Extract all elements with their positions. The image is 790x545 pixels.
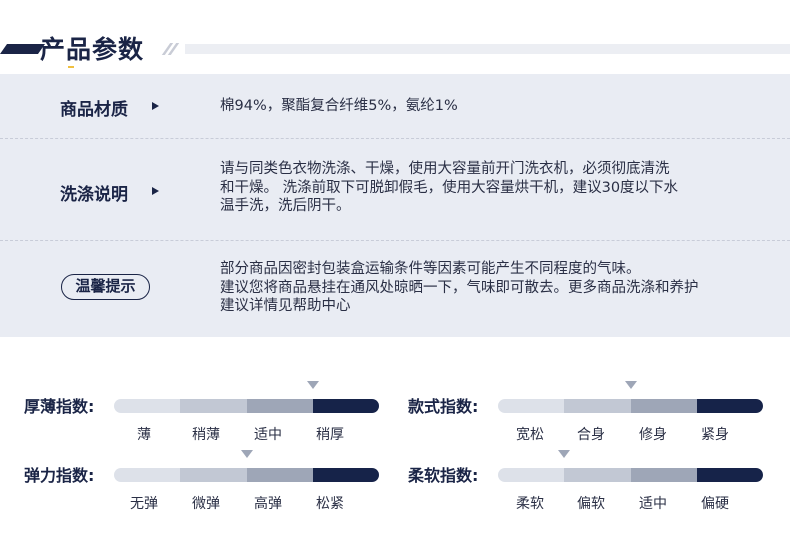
scale-segment bbox=[114, 399, 181, 413]
scale-segment bbox=[630, 468, 697, 482]
scale-option: 适中 bbox=[639, 496, 667, 512]
scale-segment bbox=[564, 399, 631, 413]
washing-line: 和干燥。 洗涤前取下可脱卸假毛，使用大容量烘干机，建议30度以下水 bbox=[220, 179, 679, 196]
scale-option: 薄 bbox=[137, 427, 151, 443]
header-slash-decoration bbox=[160, 43, 180, 55]
params-panel: 商品材质 棉94%，聚酯复合纤维5%，氨纶1% 洗涤说明 请与同类色衣物洗涤、干… bbox=[0, 74, 790, 337]
scale-option: 偏软 bbox=[577, 496, 605, 512]
scale-option: 稍薄 bbox=[192, 427, 220, 443]
scale-segment bbox=[696, 468, 763, 482]
scale-option: 松紧 bbox=[316, 496, 344, 512]
param-label-washing: 洗涤说明 bbox=[60, 185, 128, 205]
scale-segment bbox=[180, 468, 247, 482]
tips-line: 建议详情见帮助中心 bbox=[220, 298, 351, 314]
scale-option: 高弹 bbox=[254, 496, 282, 512]
tips-line: 部分商品因密封包装盒运输条件等因素可能产生不同程度的气味。 bbox=[220, 261, 641, 277]
scale-option: 稍厚 bbox=[316, 427, 344, 443]
param-value-washing: 请与同类色衣物洗涤、干燥，使用大容量前开门洗衣机，必须彻底清洗 和干燥。 洗涤前… bbox=[220, 160, 678, 216]
indicator-marker-elasticity bbox=[240, 450, 253, 458]
indicator-marker-style bbox=[624, 381, 637, 389]
scale-segment bbox=[564, 468, 631, 482]
header-accent-bar bbox=[0, 44, 46, 54]
caret-right-icon bbox=[152, 187, 159, 195]
scale-track-thickness bbox=[114, 399, 379, 413]
scale-option: 修身 bbox=[639, 427, 667, 443]
section-title: 产品参数 bbox=[40, 35, 145, 64]
index-label-elasticity: 弹力指数: bbox=[24, 466, 95, 485]
scale-option: 微弹 bbox=[192, 496, 220, 512]
scale-segment bbox=[498, 468, 565, 482]
scale-option: 宽松 bbox=[516, 427, 544, 443]
param-label-material: 商品材质 bbox=[60, 100, 128, 120]
section-header: 产品参数 bbox=[0, 0, 790, 72]
scale-segment bbox=[180, 399, 247, 413]
index-label-softness: 柔软指数: bbox=[408, 466, 479, 485]
tips-badge: 温馨提示 bbox=[61, 274, 150, 300]
scale-track-softness bbox=[498, 468, 763, 482]
caret-right-icon bbox=[152, 102, 159, 110]
scale-segment bbox=[696, 399, 763, 413]
washing-line: 温手洗，洗后阴干。 bbox=[220, 198, 351, 214]
scale-track-elasticity bbox=[114, 468, 379, 482]
tips-line: 建议您将商品悬挂在通风处晾晒一下，气味即可散去。更多商品洗涤和养护 bbox=[220, 279, 699, 296]
scale-segment bbox=[312, 468, 379, 482]
param-row-washing: 洗涤说明 请与同类色衣物洗涤、干燥，使用大容量前开门洗衣机，必须彻底清洗 和干燥… bbox=[0, 139, 790, 241]
scale-segment bbox=[630, 399, 697, 413]
scale-segment bbox=[498, 399, 565, 413]
index-label-thickness: 厚薄指数: bbox=[24, 397, 95, 416]
param-row-material: 商品材质 棉94%，聚酯复合纤维5%，氨纶1% bbox=[0, 74, 790, 139]
header-divider bbox=[185, 44, 790, 54]
param-value-tips: 部分商品因密封包装盒运输条件等因素可能产生不同程度的气味。 建议您将商品悬挂在通… bbox=[220, 260, 699, 316]
indicator-marker-thickness bbox=[306, 381, 319, 389]
scale-segment bbox=[246, 468, 313, 482]
scale-segment bbox=[114, 468, 181, 482]
scale-segment bbox=[246, 399, 313, 413]
scale-option: 合身 bbox=[577, 427, 605, 443]
scale-segment bbox=[312, 399, 379, 413]
scale-option: 无弹 bbox=[130, 496, 158, 512]
indicator-marker-softness bbox=[558, 450, 571, 458]
scale-option: 偏硬 bbox=[701, 496, 729, 512]
scale-option: 紧身 bbox=[701, 427, 729, 443]
washing-line: 请与同类色衣物洗涤、干燥，使用大容量前开门洗衣机，必须彻底清洗 bbox=[220, 161, 670, 177]
index-label-style: 款式指数: bbox=[408, 397, 479, 416]
scale-option: 适中 bbox=[254, 427, 282, 443]
header-dot-decoration bbox=[68, 66, 74, 68]
scale-option: 柔软 bbox=[516, 496, 544, 512]
scale-track-style bbox=[498, 399, 763, 413]
param-value-material: 棉94%，聚酯复合纤维5%，氨纶1% bbox=[220, 98, 458, 114]
